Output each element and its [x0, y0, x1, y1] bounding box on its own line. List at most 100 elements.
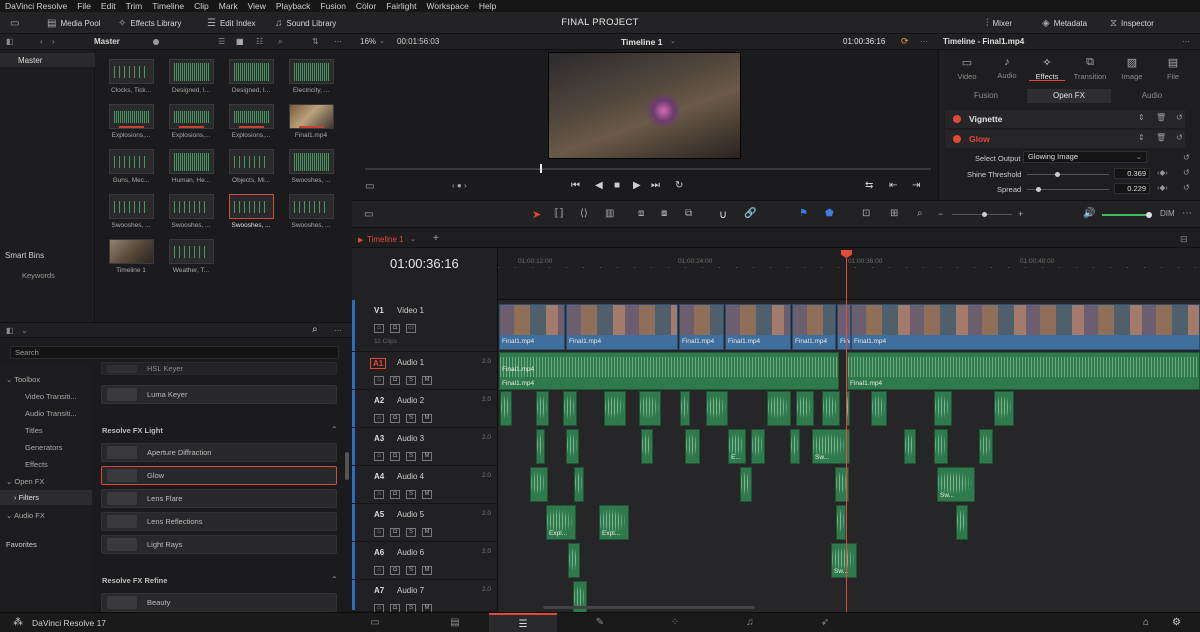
panel-layout-icon[interactable]: ◧ [6, 326, 14, 335]
auto-track-icon[interactable]: ◘ [390, 376, 400, 385]
go-to-start-icon[interactable]: ⏮ [571, 180, 580, 191]
lock-icon[interactable]: ⌂ [374, 490, 384, 499]
lock-icon[interactable]: ⌂ [374, 376, 384, 385]
solo-button[interactable]: S [406, 490, 416, 499]
effect-item[interactable]: Beauty [101, 593, 337, 612]
effect-item[interactable]: HSL Keyer [101, 362, 337, 375]
sort-icon[interactable]: ⇅ [312, 37, 319, 46]
tree-toolbox[interactable]: ⌄ Toolbox [6, 375, 40, 384]
audio-clip[interactable] [706, 391, 728, 426]
tree-generators[interactable]: Generators [25, 443, 63, 452]
lock-icon[interactable]: ⌂ [374, 452, 384, 461]
auto-track-icon[interactable]: ◘ [390, 490, 400, 499]
select-output-dropdown[interactable]: Glowing Image ⌄ [1023, 151, 1147, 163]
slider-knob[interactable] [1036, 187, 1041, 192]
audio-clip[interactable]: Sw... [937, 467, 975, 502]
media-clip[interactable]: Explosions,... [100, 104, 162, 139]
go-to-end-icon[interactable]: ⏭ [651, 180, 660, 191]
timeline-scrollbar[interactable] [543, 606, 755, 609]
more-options-icon[interactable]: ⋯ [1182, 37, 1190, 46]
audio-clip[interactable] [836, 505, 846, 540]
effect-enable-toggle[interactable] [953, 135, 961, 143]
mute-button[interactable]: M [422, 490, 432, 499]
dynamic-trim-icon[interactable]: ⟨⟩ [580, 208, 588, 219]
solo-button[interactable]: S [406, 566, 416, 575]
slider-knob[interactable] [982, 212, 987, 217]
inspector-tab-file[interactable]: ▤ File [1153, 56, 1193, 81]
audio-clip[interactable] [685, 429, 700, 464]
solo-button[interactable]: S [406, 452, 416, 461]
auto-track-icon[interactable]: ◘ [390, 452, 400, 461]
audio-clip[interactable]: E... [728, 429, 746, 464]
replace-clip-icon[interactable]: ⧉ [685, 208, 692, 219]
video-frame[interactable] [548, 52, 741, 159]
panel-layout-icon[interactable]: ◧ [6, 37, 14, 46]
slider-knob[interactable] [1146, 212, 1152, 218]
lock-icon[interactable]: ⌂ [374, 528, 384, 537]
media-clip[interactable]: Swooshes, ... [100, 194, 162, 229]
link-icon[interactable]: 🔗 [744, 208, 756, 219]
keyframe-icon[interactable]: ‹◆› [1157, 168, 1168, 177]
reset-icon[interactable]: ↺ [1176, 133, 1183, 142]
inspector-tab-video[interactable]: ▭ Video [947, 56, 987, 81]
audio-clip[interactable] [740, 467, 752, 502]
keyframe-icon[interactable]: ‹◆› [1157, 183, 1168, 192]
zoom-out-icon[interactable]: − [938, 209, 943, 219]
zoom-detail-icon[interactable]: ⊞ [890, 208, 898, 219]
match-frame-icon[interactable]: ⇆ [865, 180, 873, 191]
list-view-icon[interactable]: ☰ [218, 37, 225, 46]
blade-tool-icon[interactable]: ▥ [605, 208, 614, 219]
audio-clip[interactable] [994, 391, 1014, 426]
chevron-down-icon[interactable]: ⌄ [21, 326, 28, 335]
audio-clip[interactable] [641, 429, 653, 464]
jog-control-icon[interactable]: ‹ ● › [452, 181, 467, 190]
media-clip[interactable]: Swooshes, ... [160, 194, 222, 229]
more-options-icon[interactable]: ⋯ [1182, 208, 1192, 219]
thumbnail-view-icon[interactable]: ▦ [236, 37, 244, 46]
play-reverse-icon[interactable]: ◀ [595, 180, 603, 191]
tree-effects[interactable]: Effects [25, 460, 48, 469]
effect-enable-toggle[interactable] [953, 115, 961, 123]
audio-clip[interactable] [573, 581, 587, 616]
more-options-icon[interactable]: ⋯ [334, 37, 342, 46]
video-clip[interactable]: Final1.mp4 [792, 304, 836, 350]
smart-bin-keywords[interactable]: Keywords [22, 271, 55, 280]
trash-icon[interactable]: 🗑 [1156, 133, 1166, 142]
auto-track-icon[interactable]: ◘ [390, 528, 400, 537]
viewer-scrubber[interactable] [365, 164, 931, 173]
menu-fusion[interactable]: Fusion [315, 1, 351, 11]
menu-trim[interactable]: Trim [121, 1, 148, 11]
media-clip[interactable]: Designed, I... [220, 59, 282, 94]
lock-icon[interactable]: ⌂ [374, 566, 384, 575]
track-header-a2[interactable]: A2 Audio 2 2.0 ⌂ ◘ S M [352, 390, 498, 428]
track-header-a5[interactable]: A5 Audio 5 2.0 ⌂ ◘ S M [352, 504, 498, 542]
audio-clip[interactable] [822, 391, 840, 426]
zoom-in-icon[interactable]: + [1018, 209, 1023, 219]
mark-out-icon[interactable]: ⇥ [912, 180, 920, 191]
media-clip[interactable]: Human, He... [160, 149, 222, 184]
audio-clip[interactable] [536, 391, 549, 426]
menu-workspace[interactable]: Workspace [421, 1, 473, 11]
audio-clip[interactable] [500, 391, 512, 426]
menu-fairlight[interactable]: Fairlight [381, 1, 421, 11]
forward-arrow-icon[interactable]: › [52, 37, 55, 46]
effect-item[interactable]: Aperture Diffraction [101, 443, 337, 462]
timeline-view-icon[interactable]: ▭ [364, 209, 373, 220]
page-cut[interactable]: ▤ [421, 613, 489, 632]
chevron-down-icon[interactable]: ⌄ [410, 235, 416, 243]
audio-clip[interactable] [934, 429, 948, 464]
menu-playback[interactable]: Playback [271, 1, 316, 11]
playhead-line[interactable] [846, 250, 847, 612]
mute-button[interactable]: M [422, 376, 432, 385]
tree-titles[interactable]: Titles [25, 426, 43, 435]
shine-threshold-slider[interactable] [1027, 172, 1109, 177]
effects-scrollbar[interactable] [345, 452, 349, 480]
page-edit[interactable]: ☰ [489, 613, 557, 632]
thumb-size-slider[interactable] [153, 39, 159, 45]
audio-clip[interactable] [574, 467, 584, 502]
audio-clip[interactable]: Expl... [599, 505, 629, 540]
audio-clip[interactable] [604, 391, 626, 426]
inspector-tab-image[interactable]: ▨ Image [1112, 56, 1152, 81]
audio-clip[interactable] [536, 429, 545, 464]
track-header-a3[interactable]: A3 Audio 3 2.0 ⌂ ◘ S M [352, 428, 498, 466]
